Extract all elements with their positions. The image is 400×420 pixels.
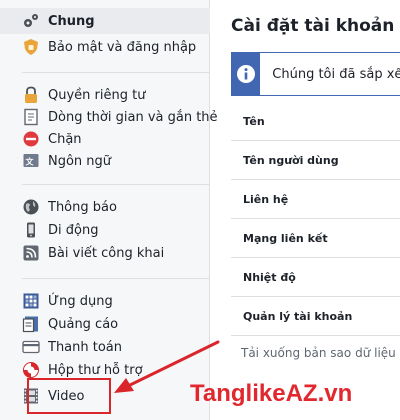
annotation-highlight-box	[27, 378, 111, 414]
annotation-arrow	[114, 340, 220, 393]
watermark-text: TanglikeAZ.vn	[190, 380, 353, 407]
